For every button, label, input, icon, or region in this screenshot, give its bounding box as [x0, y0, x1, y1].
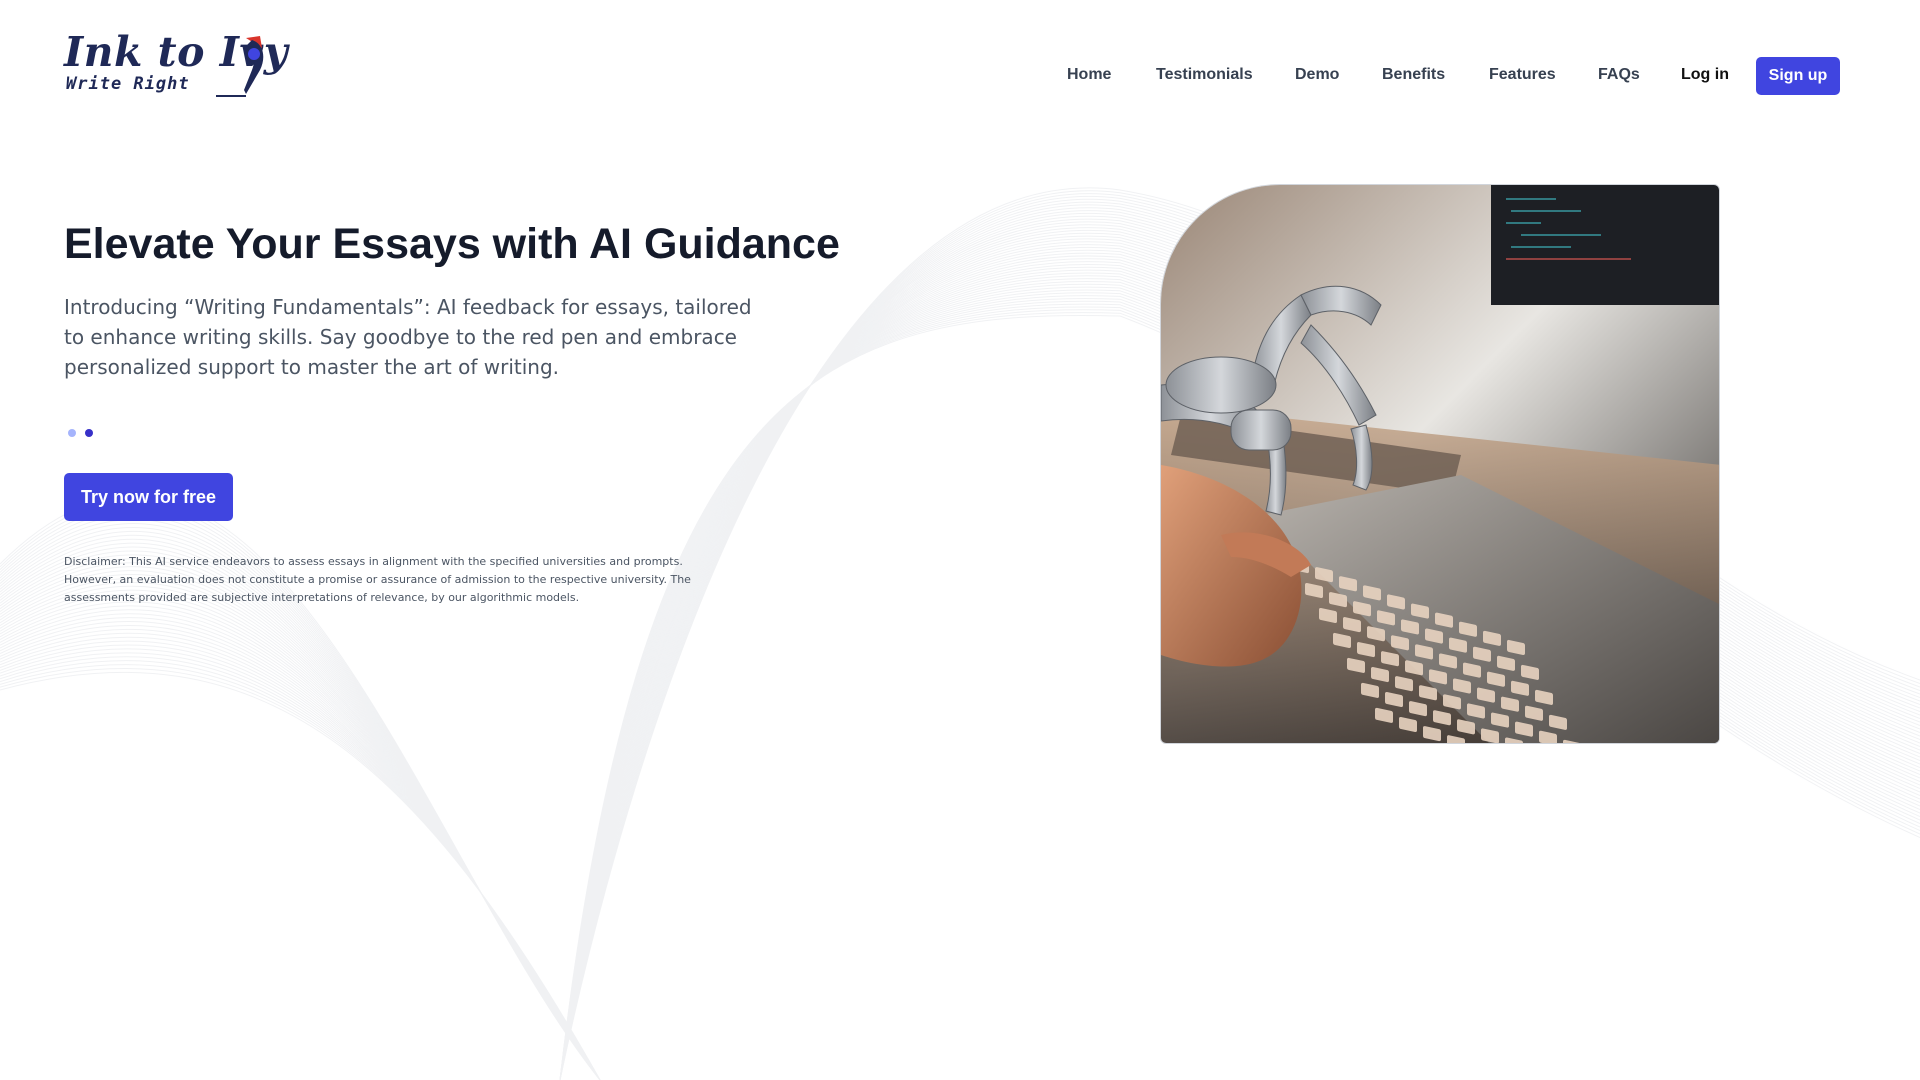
pen-nib-icon [216, 36, 264, 97]
nav-home[interactable]: Home [1067, 66, 1111, 84]
hero-title: Elevate Your Essays with AI Guidance [64, 220, 840, 268]
nav-demo[interactable]: Demo [1295, 66, 1339, 84]
nav-features[interactable]: Features [1489, 66, 1556, 84]
logo-subtitle: Write Right [66, 74, 190, 94]
carousel-indicators [68, 429, 93, 437]
logo[interactable]: Ink to Ivy Write Right [64, 28, 288, 98]
try-now-button[interactable]: Try now for free [64, 473, 233, 521]
carousel-dot-1[interactable] [68, 429, 76, 437]
signup-button[interactable]: Sign up [1756, 57, 1840, 95]
nav-benefits[interactable]: Benefits [1382, 66, 1445, 84]
nav-faqs[interactable]: FAQs [1598, 66, 1640, 84]
carousel-dot-2-active[interactable] [85, 429, 93, 437]
site-header: Ink to Ivy Write Right Home Testimonials… [0, 0, 1920, 120]
hero-image-robot-typing [1160, 184, 1720, 744]
login-link[interactable]: Log in [1681, 66, 1729, 84]
nav-testimonials[interactable]: Testimonials [1156, 66, 1253, 84]
hero-description: Introducing “Writing Fundamentals”: AI f… [64, 295, 752, 379]
disclaimer-text: Disclaimer: This AI service endeavors to… [64, 555, 691, 604]
